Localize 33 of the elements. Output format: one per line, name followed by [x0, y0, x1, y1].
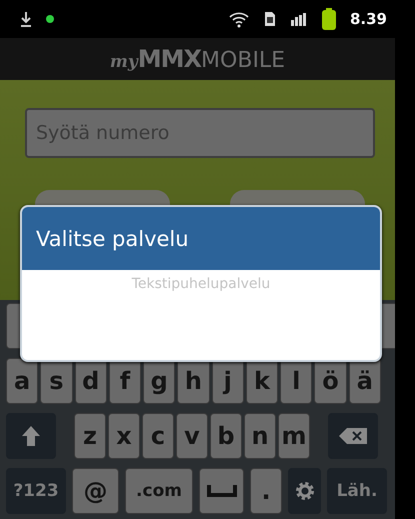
battery-icon: [322, 8, 336, 30]
wifi-icon: [228, 10, 250, 28]
key-button[interactable]: a: [6, 358, 38, 404]
key-button[interactable]: @: [72, 468, 119, 514]
space-bar-icon: [206, 485, 236, 497]
key-button[interactable]: ?123: [6, 468, 66, 514]
signal-icon: [290, 12, 308, 26]
shift-arrow-icon: [21, 425, 41, 447]
backspace-key[interactable]: [328, 413, 378, 459]
clock-time: 8.39: [350, 10, 387, 28]
key-button[interactable]: v: [176, 413, 208, 459]
notification-dot-icon: [46, 15, 54, 23]
key-button[interactable]: .: [250, 468, 282, 514]
key-button[interactable]: b: [210, 413, 242, 459]
backspace-icon: [339, 428, 367, 444]
logo-text: MOBILE: [201, 50, 286, 72]
key-button[interactable]: n: [244, 413, 276, 459]
dialog-title: Valitse palvelu: [22, 207, 380, 270]
key-button[interactable]: m: [278, 413, 310, 459]
logo-text: my: [110, 54, 138, 70]
logo-text: MMX: [138, 46, 202, 70]
key-button[interactable]: c: [142, 413, 174, 459]
download-icon: [20, 11, 32, 27]
sim-card-icon: [264, 11, 276, 27]
key-button[interactable]: z: [74, 413, 106, 459]
key-button[interactable]: x: [108, 413, 140, 459]
shift-key[interactable]: [6, 413, 56, 459]
settings-icon: [294, 481, 314, 501]
key-button[interactable]: ä: [348, 358, 381, 404]
settings-key[interactable]: [288, 468, 321, 514]
space-key[interactable]: [199, 468, 244, 514]
key-button[interactable]: .com: [125, 468, 193, 514]
key-button[interactable]: Läh.: [327, 468, 387, 514]
